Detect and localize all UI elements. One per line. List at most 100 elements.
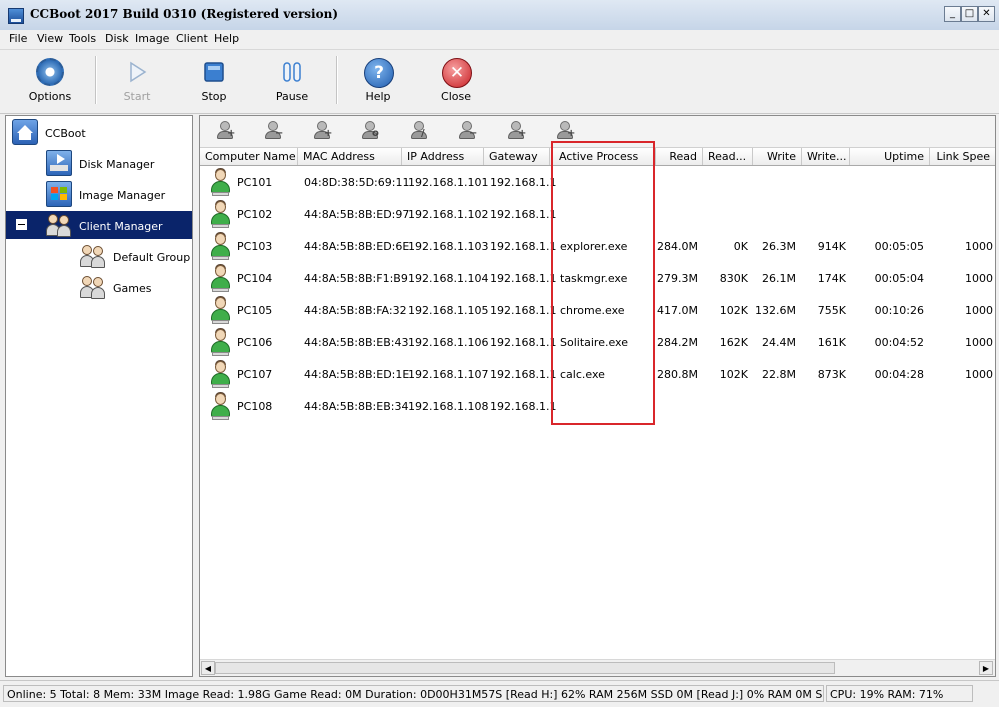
cell-read-rate: 162K [719,336,748,349]
cell-ip-address: 192.168.1.103 [408,240,489,253]
close-window-button[interactable]: ✕ [978,6,995,22]
play-icon [123,58,151,86]
active-process-highlight [551,141,655,425]
cell-ip-address: 192.168.1.108 [408,400,489,413]
client-online-icon [210,392,232,420]
cell-gateway: 192.168.1.1 [490,272,557,285]
cell-ip-address: 192.168.1.101 [408,176,489,189]
status-bar: Online: 5 Total: 8 Mem: 33M Image Read: … [0,680,999,707]
tree-node-disk-manager[interactable]: Disk Manager [6,149,192,177]
navigation-tree: CCBoot Disk Manager Image Manager Client… [5,115,193,677]
enable-client-icon[interactable]: + [506,121,528,141]
client-online-icon [210,232,232,260]
group-icon [80,274,106,300]
scroll-right-arrow[interactable]: ▶ [979,661,993,675]
pause-button[interactable]: Pause [257,54,327,110]
cell-ip-address: 192.168.1.107 [408,368,489,381]
menu-disk[interactable]: Disk [105,32,129,45]
cell-uptime: 00:05:05 [874,240,924,253]
cell-ip-address: 192.168.1.102 [408,208,489,221]
client-properties-icon[interactable]: + [555,121,577,141]
tree-node-default-group[interactable]: Default Group [6,242,192,270]
client-online-icon [210,328,232,356]
tree-node-client-manager[interactable]: Client Manager [6,211,192,239]
pause-label: Pause [275,90,309,103]
close-button[interactable]: ✕ Close [421,54,491,110]
column-computer-name[interactable]: Computer Name [200,148,298,165]
cell-write-rate: 755K [817,304,846,317]
cell-computer-name: PC107 [237,368,273,381]
cell-gateway: 192.168.1.1 [490,304,557,317]
column-gateway[interactable]: Gateway [484,148,550,165]
menu-help[interactable]: Help [214,32,239,45]
remove-client-icon[interactable]: − [263,121,285,141]
pause-icon [278,58,306,86]
add-group-icon[interactable]: + [312,121,334,141]
menu-image[interactable]: Image [135,32,169,45]
cell-mac-address: 44:8A:5B:8B:ED:6E [304,240,410,253]
cell-read-rate: 102K [719,304,748,317]
scroll-left-arrow[interactable]: ◀ [201,661,215,675]
menu-client[interactable]: Client [176,32,208,45]
cell-link-speed: 1000 [965,304,993,317]
column-mac-address[interactable]: MAC Address [298,148,402,165]
cell-read: 280.8M [657,368,698,381]
tree-node-ccboot[interactable]: CCBoot [6,118,192,146]
stop-button[interactable]: Stop [179,54,249,110]
tree-label-image-manager: Image Manager [79,189,166,202]
add-client-icon[interactable]: + [215,121,237,141]
windows-image-icon [46,181,72,207]
window-title: CCBoot 2017 Build 0310 (Registered versi… [30,7,339,21]
close-label: Close [441,90,471,103]
cell-mac-address: 44:8A:5B:8B:EB:34 [304,400,409,413]
cell-read: 417.0M [657,304,698,317]
search-client-icon[interactable]: o [360,121,382,141]
help-button[interactable]: ? Help [343,54,413,110]
collapse-toggle[interactable] [16,219,27,230]
stop-icon [200,58,228,86]
gear-icon [36,58,64,86]
cell-link-speed: 1000 [965,368,993,381]
edit-client-icon[interactable]: / [409,121,431,141]
disk-icon [46,150,72,176]
column-read-rate[interactable]: Read... [703,148,753,165]
client-online-icon [210,296,232,324]
cell-read: 284.2M [657,336,698,349]
cell-computer-name: PC104 [237,272,273,285]
horizontal-scrollbar[interactable]: ◀ ▶ [200,659,995,676]
tree-node-image-manager[interactable]: Image Manager [6,180,192,208]
cell-link-speed: 1000 [965,336,993,349]
column-uptime[interactable]: Uptime [850,148,930,165]
cell-gateway: 192.168.1.1 [490,240,557,253]
cell-computer-name: PC108 [237,400,273,413]
column-write-rate[interactable]: Write... [802,148,850,165]
options-label: Options [28,90,72,103]
title-bar: CCBoot 2017 Build 0310 (Registered versi… [0,0,999,31]
column-link-speed[interactable]: Link Spee [930,148,995,165]
cell-read: 279.3M [657,272,698,285]
cell-gateway: 192.168.1.1 [490,176,557,189]
start-button[interactable]: Start [102,54,172,110]
app-icon [8,8,24,24]
tree-node-games[interactable]: Games [6,273,192,301]
column-write[interactable]: Write [753,148,802,165]
cell-uptime: 00:05:04 [874,272,924,285]
minimize-button[interactable]: _ [944,6,961,22]
maximize-button[interactable]: □ [961,6,978,22]
menu-view[interactable]: View [37,32,63,45]
cell-mac-address: 04:8D:38:5D:69:11 [304,176,410,189]
disable-client-icon[interactable]: − [457,121,479,141]
column-ip-address[interactable]: IP Address [402,148,484,165]
client-online-icon [210,264,232,292]
help-icon: ? [364,58,394,88]
cell-gateway: 192.168.1.1 [490,208,557,221]
cell-mac-address: 44:8A:5B:8B:FA:32 [304,304,407,317]
menu-file[interactable]: File [9,32,27,45]
menu-tools[interactable]: Tools [69,32,96,45]
column-read[interactable]: Read [656,148,703,165]
cell-read-rate: 0K [733,240,748,253]
client-online-icon [210,360,232,388]
options-button[interactable]: Options [15,54,85,110]
scroll-thumb[interactable] [215,662,835,674]
cell-read: 284.0M [657,240,698,253]
